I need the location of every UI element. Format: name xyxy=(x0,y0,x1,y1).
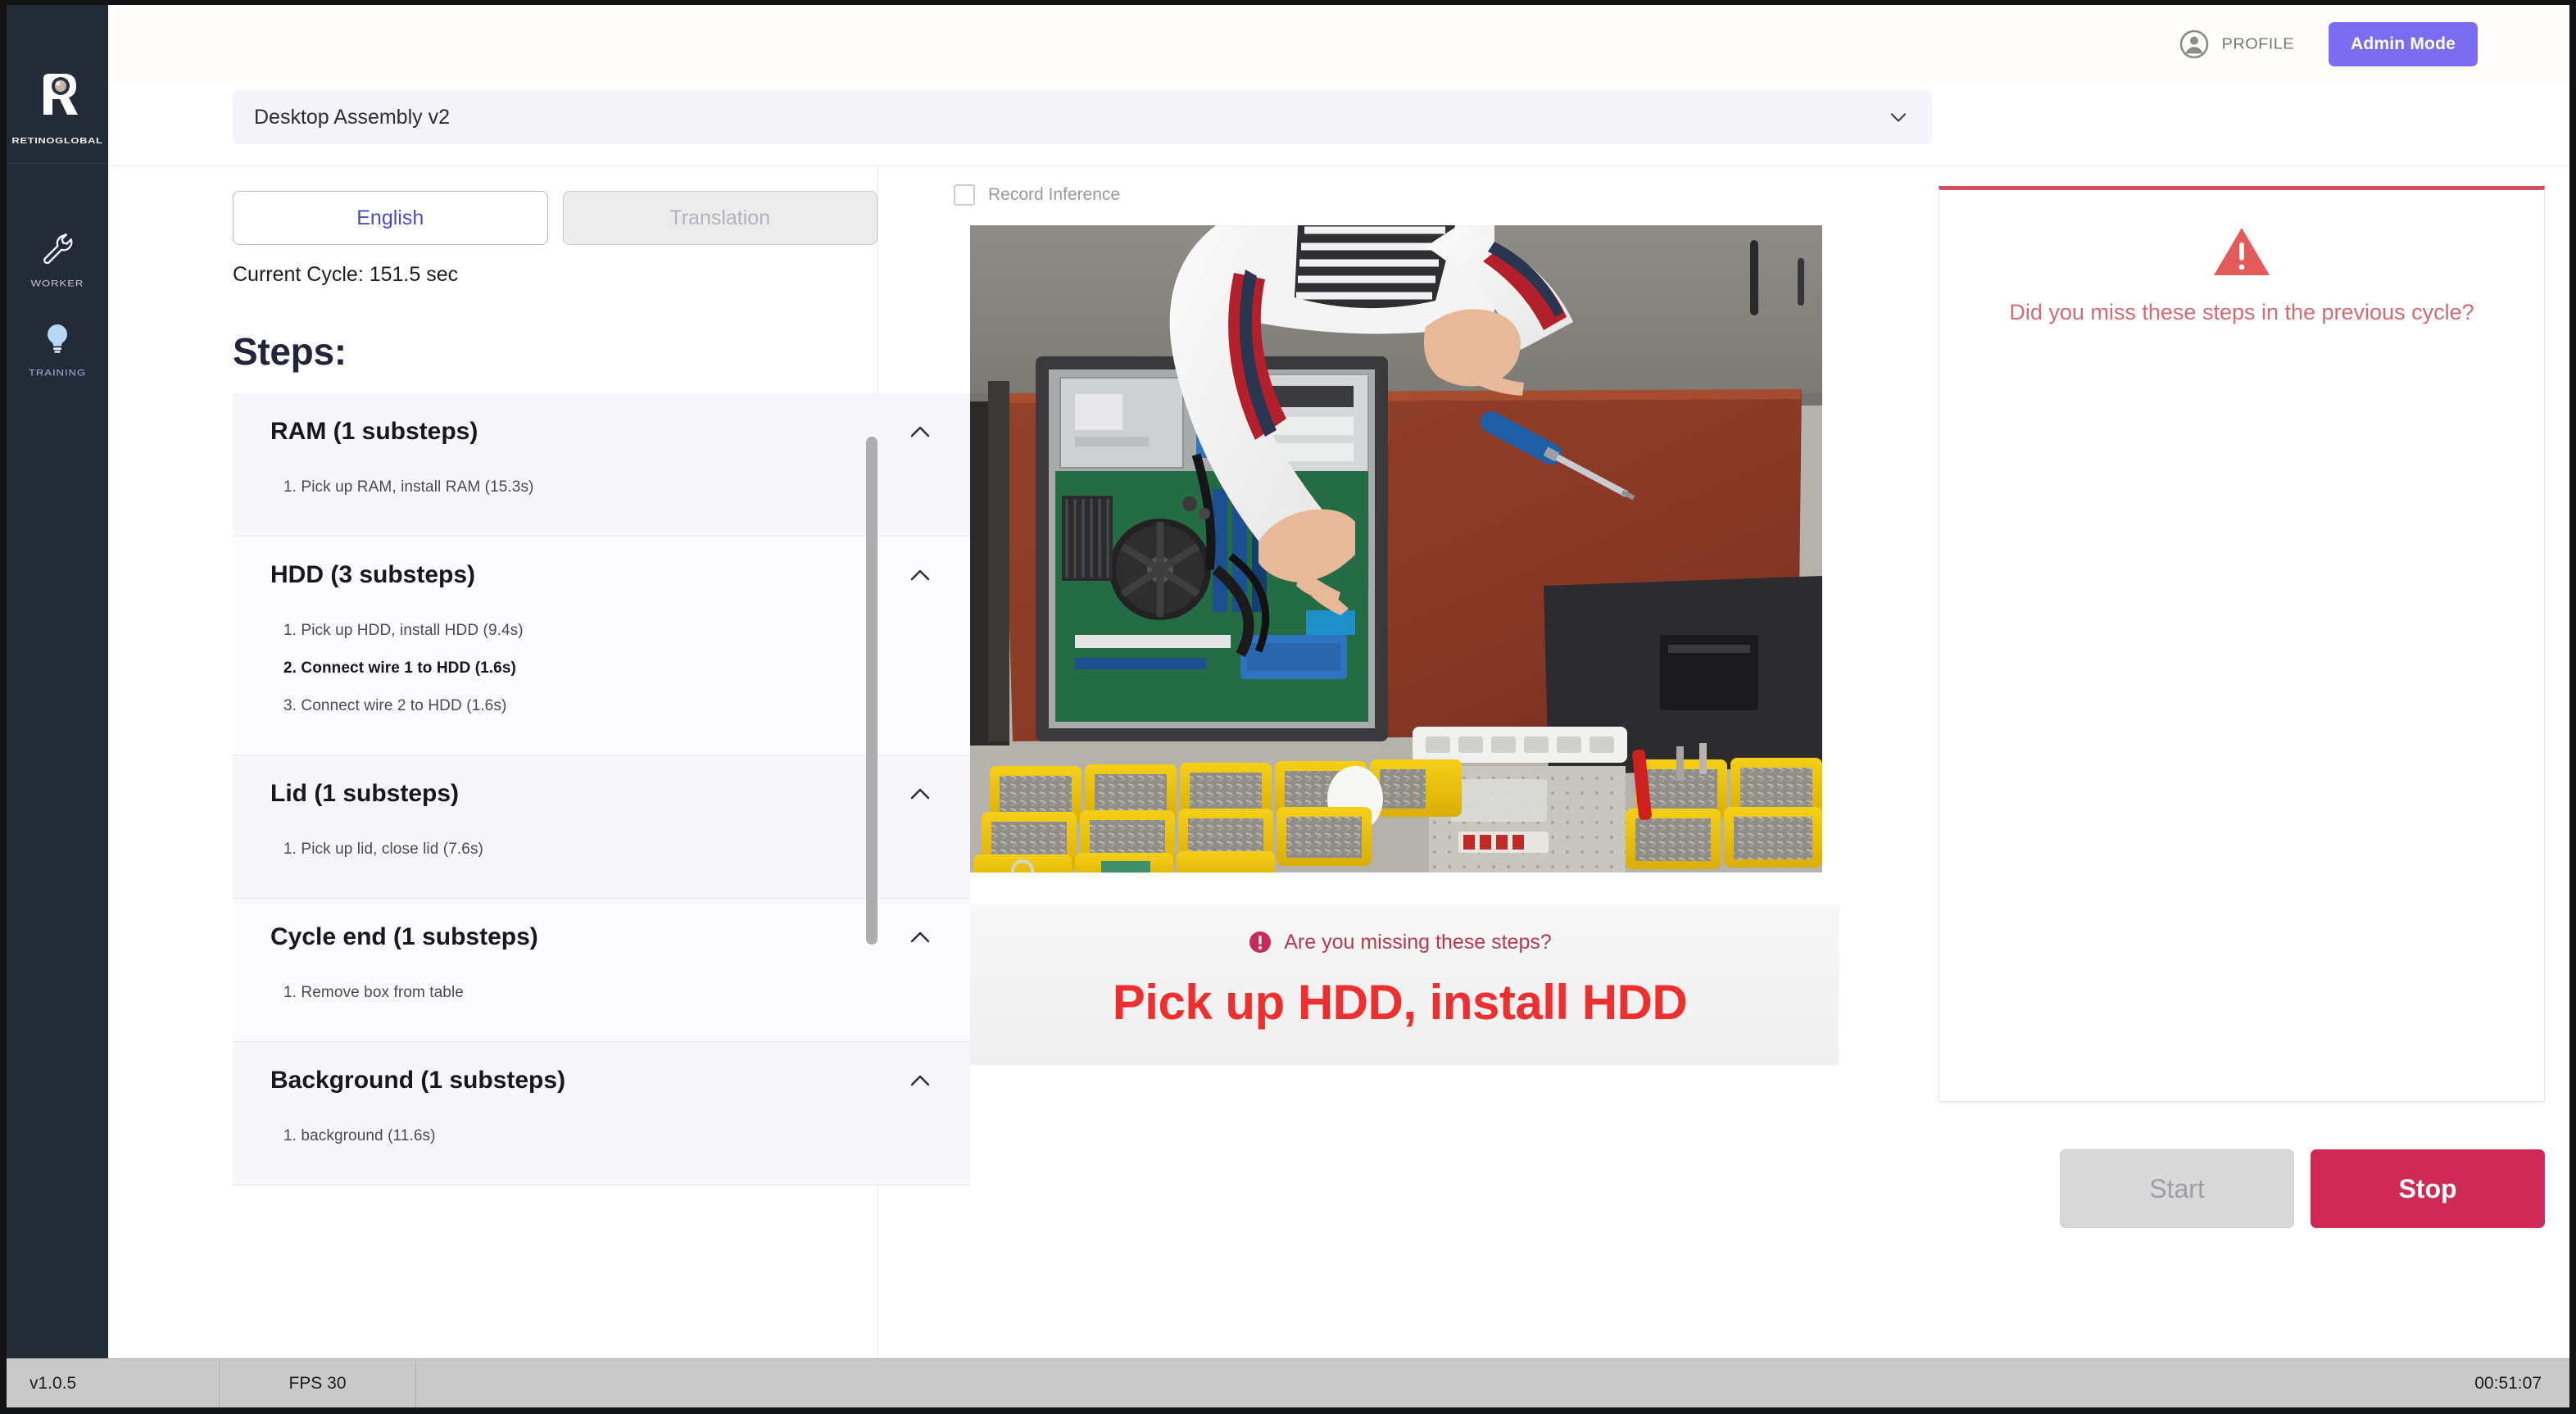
record-inference-label: Record Inference xyxy=(988,185,1121,204)
video-pane: Record Inference Are you missing these s… xyxy=(878,166,1914,1358)
substep-list: 1. Pick up HDD, install HDD (9.4s) 2. Co… xyxy=(233,614,970,755)
checkbox-icon[interactable] xyxy=(954,184,975,206)
missing-steps-banner: Are you missing these steps? Pick up HDD… xyxy=(955,905,1838,1063)
version-cell: v1.0.5 xyxy=(7,1359,220,1407)
sidebar-item-label: TRAINING xyxy=(28,367,87,378)
chevron-up-icon[interactable] xyxy=(908,785,932,803)
profile-button[interactable]: PROFILE xyxy=(2179,29,2294,59)
top-header: PROFILE Admin Mode xyxy=(108,5,2569,84)
step-group-cycle-end: Cycle end (1 substeps) 1. Remove box fro… xyxy=(233,899,970,1042)
action-buttons: Start Stop xyxy=(1939,1149,2545,1228)
device-screen: RETINOGLOBAL WORKER TRAINING PROFILE Adm… xyxy=(0,0,2576,1414)
fps-cell: FPS 30 xyxy=(220,1359,416,1407)
clock-label: 00:51:07 xyxy=(2474,1373,2542,1393)
chevron-up-icon[interactable] xyxy=(908,928,932,946)
alert-circle-icon xyxy=(1248,930,1272,954)
version-label: v1.0.5 xyxy=(29,1373,77,1393)
profile-label: PROFILE xyxy=(2221,35,2294,52)
substep-item[interactable]: 1. Pick up lid, close lid (7.6s) xyxy=(283,832,932,870)
stop-button[interactable]: Stop xyxy=(2311,1149,2545,1228)
warning-pane: Did you miss these steps in the previous… xyxy=(1914,166,2569,1358)
banner-subtitle-row: Are you missing these steps? xyxy=(978,930,1821,954)
status-bar: v1.0.5 FPS 30 00:51:07 xyxy=(7,1358,2569,1407)
steps-list[interactable]: RAM (1 substeps) 1. Pick up RAM, install… xyxy=(233,393,970,1358)
wrench-icon xyxy=(39,231,75,267)
step-group-header[interactable]: RAM (1 substeps) xyxy=(233,393,970,470)
chevron-up-icon[interactable] xyxy=(908,566,932,584)
brand-name: RETINOGLOBAL xyxy=(11,135,103,146)
banner-message: Pick up HDD, install HDD xyxy=(1112,975,1688,1030)
sidebar-items: WORKER TRAINING xyxy=(7,164,108,393)
task-select[interactable]: Desktop Assembly v2 xyxy=(233,90,1932,144)
substep-item[interactable]: 1. Pick up HDD, install HDD (9.4s) xyxy=(283,614,932,651)
task-select-value: Desktop Assembly v2 xyxy=(254,105,450,129)
brand-block: RETINOGLOBAL xyxy=(7,5,108,164)
sidebar-item-training[interactable]: TRAINING xyxy=(7,304,108,393)
sidebar-item-label: WORKER xyxy=(30,278,84,288)
substep-item[interactable]: 1. background (11.6s) xyxy=(283,1119,932,1157)
lightbulb-icon xyxy=(39,320,75,356)
missed-steps-question: Did you miss these steps in the previous… xyxy=(2009,300,2474,324)
step-group-label: Lid (1 substeps) xyxy=(270,780,460,807)
substep-item-active[interactable]: 2. Connect wire 1 to HDD (1.6s) xyxy=(283,651,932,689)
chevron-up-icon[interactable] xyxy=(908,423,932,441)
step-group-label: Cycle end (1 substeps) xyxy=(270,923,538,950)
substep-item[interactable]: 1. Pick up RAM, install RAM (15.3s) xyxy=(283,470,932,508)
step-group-header[interactable]: Lid (1 substeps) xyxy=(233,755,970,832)
step-group-label: HDD (3 substeps) xyxy=(270,561,476,588)
chevron-up-icon[interactable] xyxy=(908,1072,932,1090)
banner-subtitle: Are you missing these steps? xyxy=(1284,930,1552,954)
language-tabs: English Translation xyxy=(233,191,878,245)
step-group-lid: Lid (1 substeps) 1. Pick up lid, close l… xyxy=(233,755,970,899)
content-body: English Translation Current Cycle: 151.5… xyxy=(108,166,2569,1358)
video-feed[interactable] xyxy=(970,225,1822,872)
tab-english[interactable]: English xyxy=(233,191,548,245)
fps-label: FPS 30 xyxy=(288,1373,347,1393)
account-circle-icon xyxy=(2179,29,2209,59)
tab-translation[interactable]: Translation xyxy=(562,191,878,245)
steps-pane: English Translation Current Cycle: 151.5… xyxy=(108,166,970,1358)
start-button[interactable]: Start xyxy=(2060,1149,2294,1228)
substep-item[interactable]: 1. Remove box from table xyxy=(283,976,932,1013)
substep-list: 1. Pick up RAM, install RAM (15.3s) xyxy=(233,470,970,536)
step-group-background: Background (1 substeps) 1. background (1… xyxy=(233,1042,970,1185)
step-group-label: Background (1 substeps) xyxy=(270,1067,566,1094)
main-content: PROFILE Admin Mode Desktop Assembly v2 E… xyxy=(108,5,2569,1358)
admin-mode-button[interactable]: Admin Mode xyxy=(2329,22,2478,66)
warning-triangle-icon xyxy=(2212,224,2271,279)
steps-scrollbar-thumb[interactable] xyxy=(866,437,878,945)
step-group-ram: RAM (1 substeps) 1. Pick up RAM, install… xyxy=(233,393,970,537)
task-select-row: Desktop Assembly v2 xyxy=(108,84,2569,166)
substep-list: 1. background (11.6s) xyxy=(233,1119,970,1185)
step-group-hdd: HDD (3 substeps) 1. Pick up HDD, install… xyxy=(233,537,970,755)
substep-item[interactable]: 3. Connect wire 2 to HDD (1.6s) xyxy=(283,689,932,727)
step-group-header[interactable]: HDD (3 substeps) xyxy=(233,537,970,614)
sidebar-item-worker[interactable]: WORKER xyxy=(7,215,108,304)
substep-list: 1. Remove box from table xyxy=(233,976,970,1041)
step-group-header[interactable]: Background (1 substeps) xyxy=(233,1042,970,1119)
application-window: RETINOGLOBAL WORKER TRAINING PROFILE Adm… xyxy=(7,5,2569,1358)
step-group-label: RAM (1 substeps) xyxy=(270,418,478,445)
record-inference-toggle[interactable]: Record Inference xyxy=(954,184,1120,206)
missed-steps-card: Did you miss these steps in the previous… xyxy=(1939,186,2545,1102)
current-cycle-text: Current Cycle: 151.5 sec xyxy=(233,263,459,286)
step-group-header[interactable]: Cycle end (1 substeps) xyxy=(233,899,970,976)
sidebar-nav: RETINOGLOBAL WORKER TRAINING xyxy=(7,5,108,1358)
page-title: Steps: xyxy=(233,330,347,373)
r-logo-icon xyxy=(32,69,83,120)
substep-list: 1. Pick up lid, close lid (7.6s) xyxy=(233,832,970,898)
chevron-down-icon[interactable] xyxy=(1886,105,1911,129)
